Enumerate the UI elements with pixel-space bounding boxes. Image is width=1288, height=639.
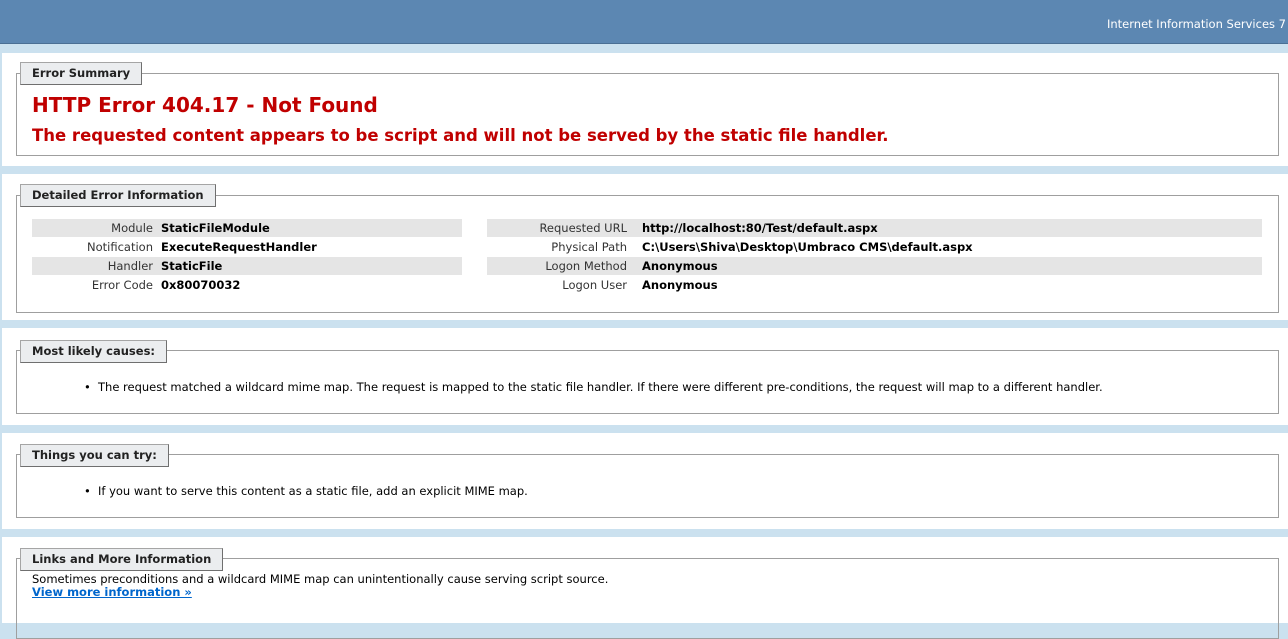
detail-row-requested-url: Requested URL http://localhost:80/Test/d… bbox=[487, 219, 1262, 237]
detail-row-physical-path: Physical Path C:\Users\Shiva\Desktop\Umb… bbox=[487, 238, 1262, 256]
detail-row-logon-method: Logon Method Anonymous bbox=[487, 257, 1262, 275]
detail-value: 0x80070032 bbox=[161, 278, 241, 292]
error-summary-legend: Error Summary bbox=[20, 62, 143, 85]
detail-row-handler: Handler StaticFile bbox=[32, 257, 462, 275]
try-section: Things you can try: If you want to serve… bbox=[2, 433, 1288, 529]
causes-legend: Most likely causes: bbox=[20, 340, 168, 363]
error-title: HTTP Error 404.17 - Not Found bbox=[32, 93, 378, 117]
detail-value: StaticFile bbox=[161, 259, 223, 273]
detailed-error-section: Detailed Error Information Module Static… bbox=[2, 174, 1288, 320]
view-more-information-link[interactable]: View more information » bbox=[32, 585, 192, 599]
detail-label: Handler bbox=[107, 259, 153, 273]
detailed-error-legend: Detailed Error Information bbox=[20, 184, 216, 207]
try-legend: Things you can try: bbox=[20, 444, 169, 467]
try-item: If you want to serve this content as a s… bbox=[84, 484, 528, 498]
error-subtitle: The requested content appears to be scri… bbox=[32, 126, 889, 145]
header-title: Internet Information Services 7 bbox=[1106, 17, 1286, 31]
detail-row-error-code: Error Code 0x80070032 bbox=[32, 276, 462, 294]
detail-value: Anonymous bbox=[642, 278, 718, 292]
iis-header: Internet Information Services 7 bbox=[0, 0, 1288, 44]
detail-value: ExecuteRequestHandler bbox=[161, 240, 317, 254]
detail-label: Requested URL bbox=[539, 221, 627, 235]
detail-row-module: Module StaticFileModule bbox=[32, 219, 462, 237]
cause-item: The request matched a wildcard mime map.… bbox=[84, 380, 1103, 394]
detail-value: C:\Users\Shiva\Desktop\Umbraco CMS\defau… bbox=[642, 240, 973, 254]
detail-value: Anonymous bbox=[642, 259, 718, 273]
detail-value: http://localhost:80/Test/default.aspx bbox=[642, 221, 878, 235]
detail-row-notification: Notification ExecuteRequestHandler bbox=[32, 238, 462, 256]
detail-label: Logon User bbox=[562, 278, 627, 292]
links-description: Sometimes preconditions and a wildcard M… bbox=[32, 572, 609, 586]
detail-row-logon-user: Logon User Anonymous bbox=[487, 276, 1262, 294]
links-legend: Links and More Information bbox=[20, 548, 224, 571]
links-section: Links and More Information Sometimes pre… bbox=[2, 537, 1288, 639]
detail-label: Logon Method bbox=[545, 259, 627, 273]
detail-label: Error Code bbox=[91, 278, 153, 292]
causes-section: Most likely causes: The request matched … bbox=[2, 328, 1288, 425]
detail-label: Module bbox=[111, 221, 153, 235]
detail-label: Physical Path bbox=[551, 240, 627, 254]
detail-label: Notification bbox=[87, 240, 153, 254]
detail-value: StaticFileModule bbox=[161, 221, 270, 235]
error-summary-section: Error Summary HTTP Error 404.17 - Not Fo… bbox=[2, 53, 1288, 166]
